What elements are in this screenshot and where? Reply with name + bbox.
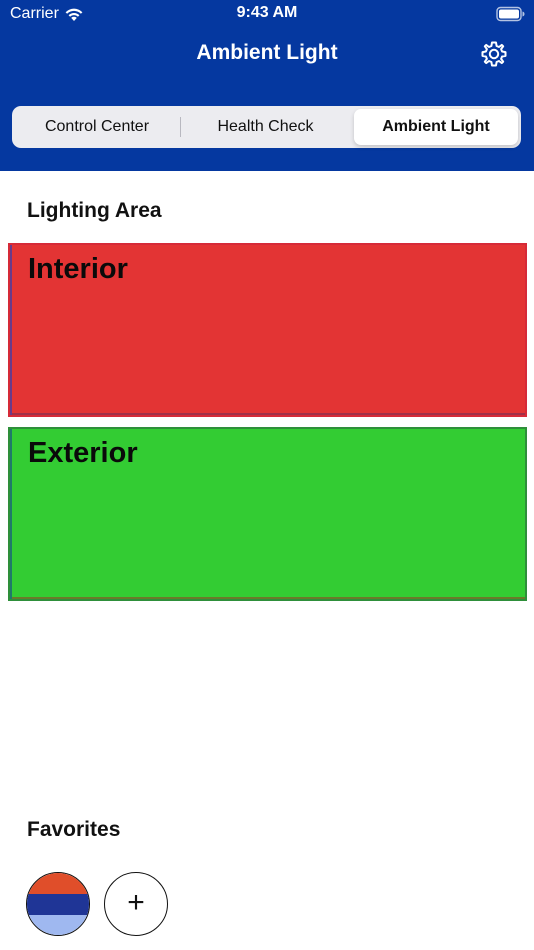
favorites-title: Favorites	[27, 818, 121, 841]
preset-color-top	[27, 873, 89, 894]
lighting-area-title: Lighting Area	[27, 199, 162, 222]
app-header: Carrier 9:43 AM Ambient Light Control Ce…	[0, 0, 534, 171]
battery-icon	[496, 6, 526, 22]
interior-area-card[interactable]: Interior	[8, 243, 527, 417]
tab-ambient-light[interactable]: Ambient Light	[354, 109, 518, 145]
preset-color-bottom	[27, 915, 89, 935]
add-favorite-button[interactable]: +	[104, 872, 168, 936]
exterior-area-card[interactable]: Exterior	[8, 427, 527, 601]
tab-control-center[interactable]: Control Center	[15, 109, 179, 145]
segment-divider	[180, 117, 181, 137]
page-title: Ambient Light	[196, 41, 338, 64]
settings-button[interactable]	[478, 38, 510, 70]
segmented-control: Control Center Health Check Ambient Ligh…	[12, 106, 521, 148]
interior-label: Interior	[28, 253, 128, 285]
favorite-preset[interactable]	[26, 872, 90, 936]
exterior-label: Exterior	[28, 437, 138, 469]
preset-color-middle	[27, 894, 89, 915]
gear-icon	[478, 41, 510, 74]
status-bar: Carrier 9:43 AM	[0, 0, 534, 30]
plus-icon: +	[127, 886, 145, 919]
tab-health-check[interactable]: Health Check	[182, 109, 349, 145]
status-time: 9:43 AM	[236, 4, 298, 21]
